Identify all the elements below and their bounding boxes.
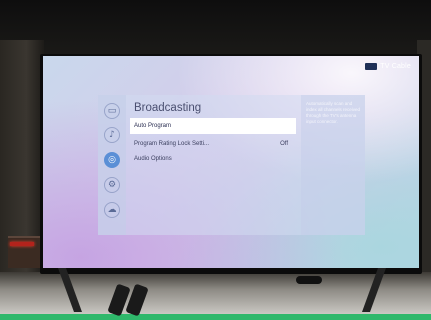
help-text: Automatically scan and index all channel… — [306, 101, 361, 124]
menu-item-audio-options[interactable]: Audio Options — [130, 152, 296, 167]
support-icon[interactable]: ☁ — [104, 202, 120, 218]
help-panel: Automatically scan and index all channel… — [301, 95, 365, 235]
menu-title: Broadcasting — [134, 102, 202, 114]
menu-item-label: Auto Program — [134, 123, 172, 129]
device-red-light — [10, 242, 34, 246]
source-label: TV Cable — [380, 62, 411, 70]
settings-icon-rail: ▭ ♪ ◎ ⚙ ☁ — [98, 95, 126, 235]
sensor-bar — [296, 276, 322, 284]
menu-item-value: Off — [280, 141, 288, 147]
menu-item-label: Audio Options — [134, 156, 172, 162]
table-green-edge — [0, 314, 431, 320]
menu-list: Auto Program Program Rating Lock Setti..… — [130, 118, 296, 167]
tv-screen: TV Cable ▭ ♪ ◎ ⚙ ☁ Broadcasting Auto Pro… — [43, 56, 419, 268]
menu-item-program-rating-lock[interactable]: Program Rating Lock Setti... Off — [130, 137, 296, 152]
background-device — [8, 236, 44, 268]
menu-item-auto-program[interactable]: Auto Program — [130, 118, 296, 134]
sound-icon[interactable]: ♪ — [104, 127, 120, 143]
broadcast-icon[interactable]: ◎ — [104, 152, 120, 168]
picture-icon[interactable]: ▭ — [104, 103, 120, 119]
background-room — [0, 0, 431, 58]
source-indicator: TV Cable — [365, 61, 411, 71]
general-icon[interactable]: ⚙ — [104, 177, 120, 193]
tv-source-icon — [365, 62, 378, 70]
menu-item-label: Program Rating Lock Setti... — [134, 141, 210, 147]
broadcasting-menu: ▭ ♪ ◎ ⚙ ☁ Broadcasting Auto Program Prog… — [98, 95, 365, 235]
